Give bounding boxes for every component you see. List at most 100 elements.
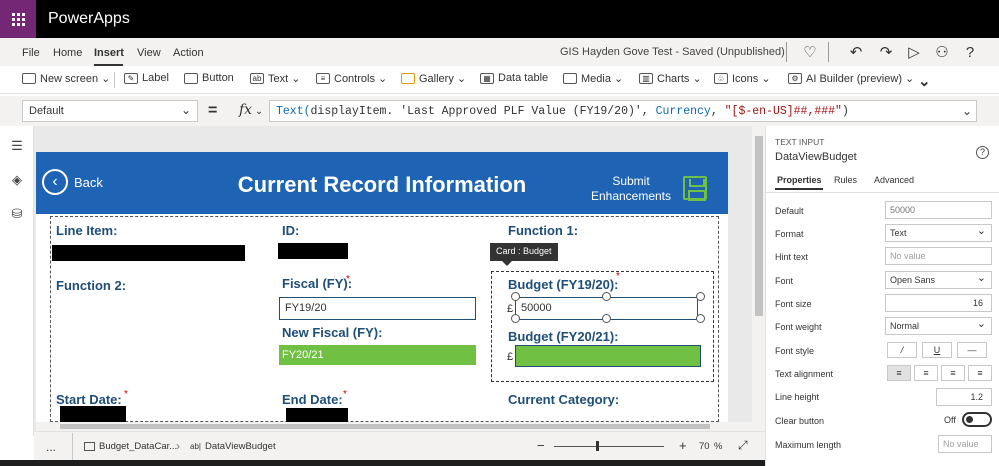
active-tab-indicator [775, 188, 823, 190]
default-label: Default [775, 206, 804, 216]
app-checker-icon[interactable]: ♡ [800, 42, 820, 62]
layers-icon[interactable]: ◈ [9, 172, 25, 188]
line-height-input[interactable]: 1.2 [936, 388, 992, 406]
ai-builder-menu[interactable]: ⚙ AI Builder (preview) ⌄ [788, 72, 914, 85]
menu-file[interactable]: File [22, 47, 40, 59]
label-button[interactable]: ✎ Label [124, 72, 169, 84]
fx-icon[interactable]: fx ⌄ [230, 99, 268, 123]
data-table-button[interactable]: ▦ Data table [480, 72, 548, 84]
current-category-label: Current Category: [508, 392, 620, 407]
charts-menu[interactable]: ▥ Charts ⌄ [639, 72, 702, 85]
required-marker: * [616, 271, 620, 282]
more-icon[interactable]: ... [46, 440, 56, 454]
align-center-icon[interactable]: ≡ [914, 365, 938, 381]
clear-button-label: Clear button [775, 416, 825, 426]
breadcrumb-control-label: DataViewBudget [204, 441, 276, 452]
underline-button[interactable]: U [922, 342, 952, 358]
align-left-icon[interactable]: ≡ [887, 365, 911, 381]
icons-menu[interactable]: ♧ Icons ⌄ [714, 72, 771, 85]
tab-advanced[interactable]: Advanced [874, 175, 914, 185]
menu-view[interactable]: View [137, 47, 161, 59]
submit-enhancements-button[interactable]: Submit Enhancements [581, 174, 681, 204]
zoom-level: 70 [699, 441, 710, 452]
font-dropdown[interactable]: Open Sans [885, 271, 992, 289]
zoom-slider-track[interactable] [554, 446, 664, 447]
label-button-label: Label [142, 72, 169, 84]
play-icon[interactable]: ▷ [904, 42, 924, 62]
share-icon[interactable]: ⚇ [932, 42, 952, 62]
breadcrumb-item-card[interactable]: Budget_DataCar... [84, 441, 177, 452]
label-icon: ✎ [124, 72, 138, 84]
menu-insert[interactable]: Insert [94, 47, 124, 59]
button-button[interactable]: Button [184, 72, 234, 84]
text-menu[interactable]: ab Text ⌄ [250, 72, 300, 85]
clear-button-toggle[interactable] [962, 412, 992, 427]
help-icon[interactable]: ? [960, 42, 980, 62]
ai-builder-menu-label: AI Builder (preview) ⌄ [806, 73, 915, 85]
horizontal-scroll-thumb[interactable] [60, 424, 710, 429]
gallery-menu-label: Gallery ⌄ [419, 73, 467, 85]
menu-divider [786, 42, 787, 62]
zoom-out-icon[interactable]: − [537, 438, 545, 453]
zoom-in-icon[interactable]: + [679, 438, 687, 453]
undo-icon[interactable]: ↶ [846, 42, 866, 62]
data-source-icon[interactable]: ⛁ [9, 206, 25, 222]
button-button-label: Button [202, 72, 234, 84]
font-size-input[interactable]: 16 [885, 294, 992, 312]
hint-text-input[interactable]: No value [885, 247, 992, 265]
icons-menu-label: Icons ⌄ [732, 73, 771, 85]
budget2021-input[interactable] [515, 345, 701, 367]
strikethrough-button[interactable]: — [957, 342, 987, 358]
formula-expand-chevron-icon[interactable]: ⌄ [962, 104, 972, 118]
resize-handle[interactable] [696, 292, 705, 301]
text-icon: ab [250, 73, 264, 84]
new-screen-button[interactable]: New screen ⌄ [22, 72, 110, 85]
resize-handle[interactable] [696, 314, 705, 323]
default-input[interactable]: 50000 [885, 201, 992, 219]
breadcrumb-chevron-icon: › [176, 439, 180, 453]
tab-properties[interactable]: Properties [777, 175, 822, 185]
fiscal-input[interactable]: FY19/20 [279, 297, 476, 320]
italic-button[interactable]: / [887, 342, 917, 358]
resize-handle[interactable] [602, 314, 611, 323]
resize-handle[interactable] [511, 314, 520, 323]
fiscal-label: Fiscal (FY): [282, 276, 353, 291]
property-dropdown[interactable]: Default ⌄ [22, 100, 198, 122]
vertical-scroll-thumb[interactable] [755, 136, 763, 316]
hint-text-placeholder: No value [890, 251, 926, 261]
new-fiscal-input[interactable]: FY20/21 [279, 345, 476, 365]
zoom-slider-thumb[interactable] [596, 441, 599, 451]
align-right-icon[interactable]: ≡ [941, 365, 965, 381]
font-weight-dropdown[interactable]: Normal [885, 317, 992, 335]
new-screen-label: New screen ⌄ [40, 73, 111, 85]
media-menu[interactable]: Media ⌄ [563, 72, 623, 85]
fit-to-screen-icon[interactable]: ⤢ [738, 438, 748, 453]
formula-arg2: 'Last Approved PLF Value (FY19/20)' [400, 105, 642, 118]
resize-handle[interactable] [511, 292, 520, 301]
align-justify-icon[interactable]: ≡ [968, 365, 992, 381]
save-icon[interactable] [683, 176, 707, 201]
icons-icon: ♧ [714, 73, 728, 84]
tab-rules[interactable]: Rules [834, 175, 857, 185]
format-dropdown[interactable]: Text [885, 224, 992, 242]
gallery-menu[interactable]: Gallery ⌄ [401, 72, 466, 85]
budget2021-label: Budget (FY20/21): [508, 329, 619, 344]
maximum-length-label: Maximum length [775, 440, 842, 450]
formula-comma: , [710, 105, 725, 118]
resize-handle[interactable] [602, 292, 611, 301]
controls-menu[interactable]: ≡ Controls ⌄ [316, 72, 387, 85]
redo-icon[interactable]: ↷ [876, 42, 896, 62]
formula-input[interactable]: Text(displayItem. 'Last Approved PLF Val… [269, 100, 977, 122]
card-icon [84, 442, 95, 451]
menu-home[interactable]: Home [53, 47, 82, 59]
hamburger-icon[interactable]: ☰ [9, 138, 25, 154]
breadcrumb-item-control[interactable]: ab| DataViewBudget [190, 441, 276, 452]
menu-action[interactable]: Action [173, 47, 204, 59]
text-input-icon: ab| [190, 442, 201, 451]
app-launcher-icon[interactable] [0, 0, 36, 38]
help-icon[interactable]: ? [976, 146, 989, 159]
pound-sign: £ [507, 351, 514, 363]
ribbon-expand-chevron-icon[interactable]: ⌄ [918, 72, 931, 90]
maximum-length-input[interactable]: No value [938, 435, 992, 453]
control-name[interactable]: DataViewBudget [775, 151, 857, 163]
